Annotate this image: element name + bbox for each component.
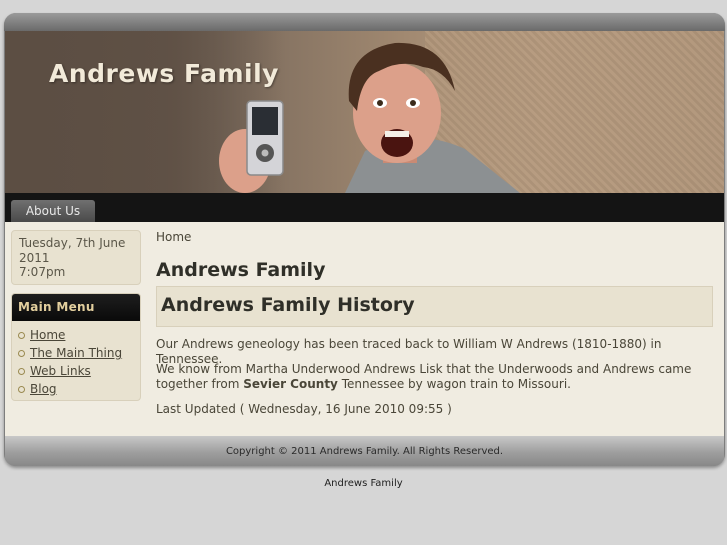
menu-item-blog: Blog xyxy=(12,380,140,398)
below-footer-text: Andrews Family xyxy=(324,478,403,489)
article-title: Andrews Family History xyxy=(161,294,415,316)
main-menu: Main Menu Home The Main Thing Web Links … xyxy=(11,293,141,401)
main-menu-title: Main Menu xyxy=(12,294,140,321)
date-line2: 2011 xyxy=(19,250,50,265)
date-line1: Tuesday, 7th June xyxy=(19,236,126,250)
bullet-icon xyxy=(18,331,25,339)
bullet-icon xyxy=(18,367,25,375)
page-title: Andrews Family xyxy=(156,259,326,281)
breadcrumb: Home xyxy=(156,230,192,244)
menu-link-blog[interactable]: Blog xyxy=(30,382,57,396)
last-updated: Last Updated ( Wednesday, 16 June 2010 0… xyxy=(156,402,452,416)
bullet-icon xyxy=(18,349,25,357)
menu-link-main-thing[interactable]: The Main Thing xyxy=(30,346,122,360)
frame-top-bar xyxy=(4,13,725,31)
menu-item-web-links: Web Links xyxy=(12,362,140,380)
site-frame: Andrews Family About Us Tuesday, 7th Jun… xyxy=(4,13,725,466)
time-label: 7:07pm xyxy=(19,265,66,279)
menu-link-web-links[interactable]: Web Links xyxy=(30,364,91,378)
content-area: Tuesday, 7th June 2011 7:07pm Main Menu … xyxy=(5,222,724,436)
article-header: Andrews Family History xyxy=(156,286,713,327)
date-box: Tuesday, 7th June 2011 7:07pm xyxy=(11,230,141,285)
site-title[interactable]: Andrews Family xyxy=(49,59,279,88)
footer-bar: Copyright © 2011 Andrews Family. All Rig… xyxy=(5,436,724,466)
menu-item-home: Home xyxy=(12,326,140,344)
copyright-text: Copyright © 2011 Andrews Family. All Rig… xyxy=(225,445,504,457)
header-photo-person xyxy=(345,42,520,193)
para2-bold: Sevier County xyxy=(243,377,338,391)
header-photo-hand-device xyxy=(219,100,284,193)
menu-link-home[interactable]: Home xyxy=(30,328,65,342)
tab-about-us[interactable]: About Us xyxy=(11,200,95,222)
main-navigation: About Us xyxy=(5,193,724,222)
para2-after: Tennessee by wagon train to Missouri. xyxy=(337,377,571,391)
article-paragraph-2: We know from Martha Underwood Andrews Li… xyxy=(156,362,716,392)
menu-item-main-thing: The Main Thing xyxy=(12,344,140,362)
main-menu-list: Home The Main Thing Web Links Blog xyxy=(12,321,140,398)
bullet-icon xyxy=(18,385,25,393)
header-banner: Andrews Family xyxy=(5,31,724,193)
